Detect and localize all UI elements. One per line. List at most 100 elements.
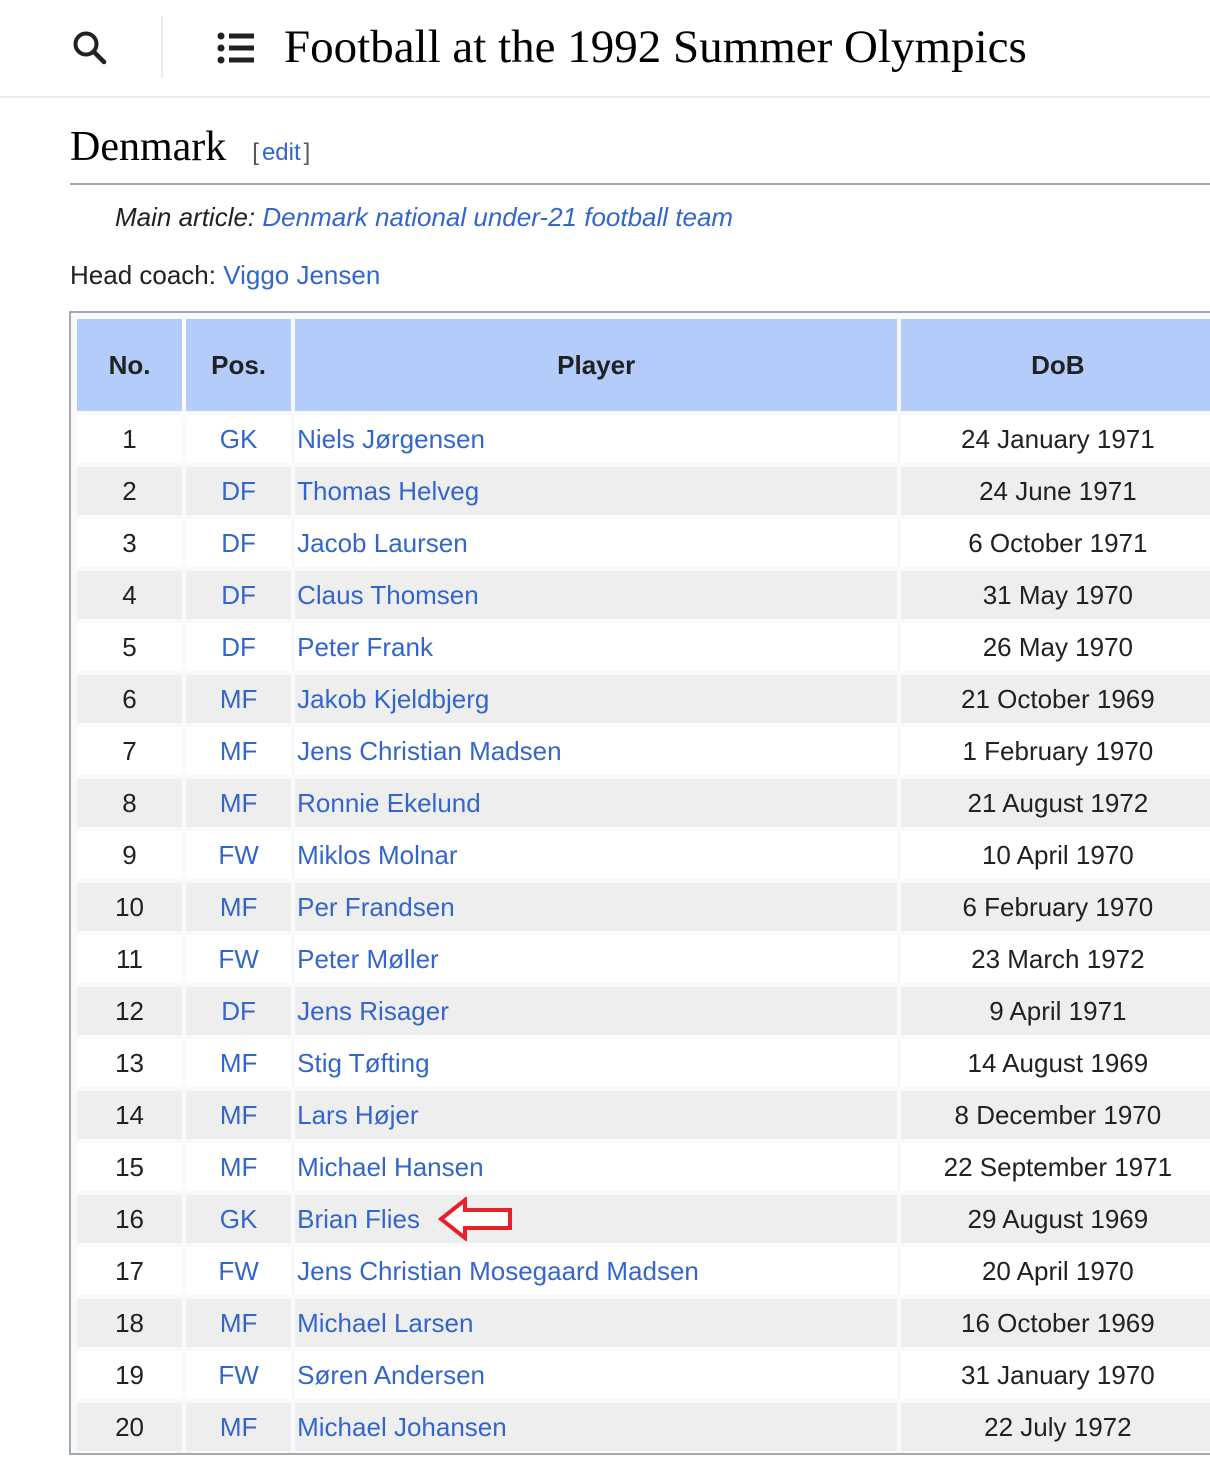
cell-position: GK — [186, 415, 292, 463]
heading-divider — [70, 183, 1210, 185]
top-bar: Football at the 1992 Summer Olympics — [0, 0, 1210, 98]
cell-position: MF — [186, 1403, 292, 1451]
table-row: 13 MF Stig Tøfting 14 August 1969 — [77, 1039, 1210, 1087]
cell-number: 11 — [77, 935, 183, 983]
position-link[interactable]: MF — [220, 1100, 258, 1130]
position-link[interactable]: DF — [221, 996, 256, 1026]
search-button[interactable] — [64, 22, 116, 74]
player-link[interactable]: Michael Johansen — [297, 1412, 507, 1442]
cell-dob: 21 August 1972 — [901, 779, 1210, 827]
cell-dob: 9 April 1971 — [901, 987, 1210, 1035]
position-link[interactable]: MF — [220, 1152, 258, 1182]
cell-number: 17 — [77, 1247, 183, 1295]
player-link[interactable]: Lars Højer — [297, 1100, 418, 1130]
header-no[interactable]: No. — [77, 319, 183, 411]
header-player[interactable]: Player — [295, 319, 898, 411]
position-link[interactable]: MF — [220, 736, 258, 766]
player-link[interactable]: Søren Andersen — [297, 1360, 485, 1390]
cell-position: DF — [186, 519, 292, 567]
player-link[interactable]: Niels Jørgensen — [297, 424, 485, 454]
page-title: Football at the 1992 Summer Olympics — [284, 21, 1027, 73]
cell-number: 20 — [77, 1403, 183, 1451]
table-row: 2 DF Thomas Helveg 24 June 1971 — [77, 467, 1210, 515]
position-link[interactable]: FW — [218, 944, 258, 974]
edit-bracket-close: ] — [303, 139, 311, 166]
position-link[interactable]: MF — [220, 1048, 258, 1078]
player-link[interactable]: Jakob Kjeldbjerg — [297, 684, 489, 714]
cell-number: 1 — [77, 415, 183, 463]
main-article-link[interactable]: Denmark national under-21 football team — [262, 202, 733, 232]
player-link[interactable]: Jens Risager — [297, 996, 449, 1026]
position-link[interactable]: FW — [218, 840, 258, 870]
position-link[interactable]: MF — [220, 684, 258, 714]
player-link[interactable]: Jacob Laursen — [297, 528, 468, 558]
header-dob[interactable]: DoB — [901, 319, 1210, 411]
player-link[interactable]: Stig Tøfting — [297, 1048, 429, 1078]
position-link[interactable]: MF — [220, 1308, 258, 1338]
position-link[interactable]: FW — [218, 1360, 258, 1390]
player-link[interactable]: Peter Frank — [297, 632, 433, 662]
cell-number: 9 — [77, 831, 183, 879]
player-link[interactable]: Michael Larsen — [297, 1308, 473, 1338]
table-row: 10 MF Per Frandsen 6 February 1970 — [77, 883, 1210, 931]
cell-position: FW — [186, 935, 292, 983]
cell-dob: 22 July 1972 — [901, 1403, 1210, 1451]
cell-number: 14 — [77, 1091, 183, 1139]
cell-position: MF — [186, 1039, 292, 1087]
cell-position: MF — [186, 1143, 292, 1191]
cell-position: DF — [186, 571, 292, 619]
cell-number: 16 — [77, 1195, 183, 1243]
position-link[interactable]: FW — [218, 1256, 258, 1286]
position-link[interactable]: DF — [221, 528, 256, 558]
table-row: 3 DF Jacob Laursen 6 October 1971 — [77, 519, 1210, 567]
cell-position: MF — [186, 1091, 292, 1139]
player-link[interactable]: Michael Hansen — [297, 1152, 483, 1182]
table-row: 17 FW Jens Christian Mosegaard Madsen 20 Ap… — [77, 1247, 1210, 1295]
position-link[interactable]: GK — [220, 1204, 258, 1234]
cell-player: Jakob Kjeldbjerg — [295, 675, 898, 723]
edit-link[interactable]: edit — [259, 139, 304, 166]
player-link[interactable]: Jens Christian Mosegaard Madsen — [297, 1256, 699, 1286]
table-row: 20 MF Michael Johansen 22 July 1972 — [77, 1403, 1210, 1451]
edit-bracket-open: [ — [252, 139, 259, 166]
cell-position: DF — [186, 623, 292, 671]
cell-number: 10 — [77, 883, 183, 931]
table-row: 15 MF Michael Hansen 22 September 1971 — [77, 1143, 1210, 1191]
position-link[interactable]: MF — [220, 892, 258, 922]
table-row: 14 MF Lars Højer 8 December 1970 — [77, 1091, 1210, 1139]
cell-player: Jens Christian Mosegaard Madsen — [295, 1247, 898, 1295]
position-link[interactable]: DF — [221, 580, 256, 610]
player-link[interactable]: Brian Flies — [297, 1204, 420, 1234]
cell-dob: 26 May 1970 — [901, 623, 1210, 671]
cell-number: 3 — [77, 519, 183, 567]
table-header-row: No. Pos. Player DoB — [77, 319, 1210, 411]
cell-position: MF — [186, 727, 292, 775]
player-link[interactable]: Miklos Molnar — [297, 840, 457, 870]
position-link[interactable]: DF — [221, 632, 256, 662]
section-title: Denmark — [70, 124, 227, 170]
cell-number: 13 — [77, 1039, 183, 1087]
player-link[interactable]: Per Frandsen — [297, 892, 455, 922]
squad-table: No. Pos. Player DoB 1 GK Niels Jørgensen 24… — [73, 315, 1210, 1453]
cell-player: Per Frandsen — [295, 883, 898, 931]
search-icon — [73, 31, 107, 65]
cell-number: 18 — [77, 1299, 183, 1347]
table-of-contents-button[interactable] — [210, 22, 262, 74]
cell-dob: 14 August 1969 — [901, 1039, 1210, 1087]
header-pos[interactable]: Pos. — [186, 319, 292, 411]
cell-player: Michael Johansen — [295, 1403, 898, 1451]
player-link[interactable]: Peter Møller — [297, 944, 439, 974]
head-coach-link[interactable]: Viggo Jensen — [223, 260, 380, 290]
player-link[interactable]: Claus Thomsen — [297, 580, 479, 610]
player-link[interactable]: Jens Christian Madsen — [297, 736, 561, 766]
cell-dob: 20 April 1970 — [901, 1247, 1210, 1295]
cell-player: Peter Møller — [295, 935, 898, 983]
cell-player: Miklos Molnar — [295, 831, 898, 879]
cell-player: Claus Thomsen — [295, 571, 898, 619]
position-link[interactable]: MF — [220, 788, 258, 818]
player-link[interactable]: Thomas Helveg — [297, 476, 479, 506]
position-link[interactable]: DF — [221, 476, 256, 506]
position-link[interactable]: MF — [220, 1412, 258, 1442]
player-link[interactable]: Ronnie Ekelund — [297, 788, 481, 818]
position-link[interactable]: GK — [220, 424, 258, 454]
